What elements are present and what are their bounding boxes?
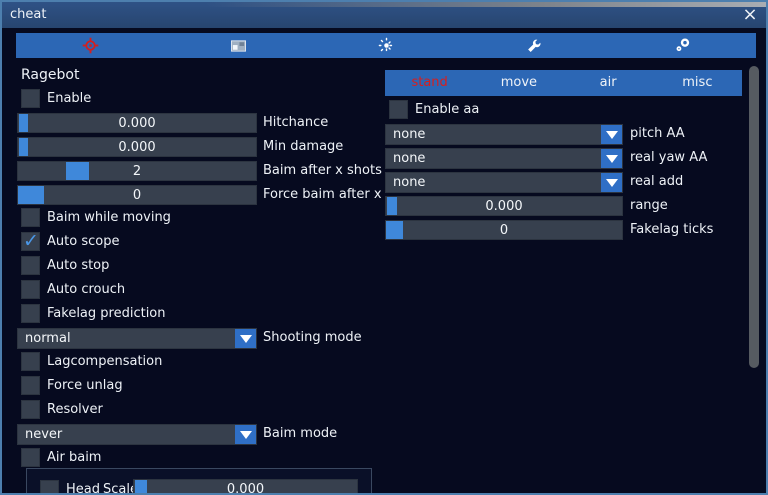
- wrench-icon: [528, 39, 541, 52]
- bubbles-icon: [676, 38, 689, 52]
- head-scale-slider[interactable]: 0.000: [133, 479, 358, 495]
- slider-value: 0.000: [485, 199, 523, 214]
- checkbox-box[interactable]: [21, 376, 40, 395]
- baim-mode-dropdown[interactable]: never: [17, 424, 257, 445]
- tab-air[interactable]: air: [564, 70, 653, 96]
- range-label: range: [630, 198, 668, 213]
- real-add-label: real add: [630, 174, 684, 189]
- desktop-background-sliver: [206, 2, 766, 7]
- checkbox-lagcompensation[interactable]: Lagcompensation: [21, 352, 162, 371]
- multipoint-groupbox: Head Scale: 0.000: [26, 468, 372, 495]
- shooting-mode-dropdown[interactable]: normal: [17, 328, 257, 349]
- dropdown-value: none: [393, 175, 426, 190]
- chevron-down-icon[interactable]: [601, 125, 622, 144]
- checkbox-auto-scope[interactable]: Auto scope: [21, 230, 120, 252]
- tab-misc-aa[interactable]: misc: [653, 70, 742, 96]
- checkbox-label: Resolver: [47, 402, 103, 417]
- fakelag-ticks-label: Fakelag ticks: [630, 222, 714, 237]
- fakelag-ticks-slider[interactable]: 0: [385, 220, 623, 240]
- chevron-down-icon[interactable]: [235, 329, 256, 348]
- slider-value: 0.000: [226, 482, 265, 495]
- checkbox-label: Head: [66, 482, 100, 495]
- checkbox-box[interactable]: [21, 256, 40, 275]
- slider-value: 0.000: [118, 116, 156, 131]
- checkbox-box[interactable]: [21, 208, 40, 227]
- checkbox-air-baim[interactable]: Air baim: [21, 448, 101, 467]
- checkbox-resolver[interactable]: Resolver: [21, 400, 103, 419]
- checkbox-label: Lagcompensation: [47, 354, 163, 369]
- tab-misc[interactable]: [460, 33, 608, 58]
- checkbox-baim-while-moving[interactable]: Baim while moving: [21, 208, 171, 227]
- slider-value: 0: [499, 223, 509, 238]
- chevron-down-icon[interactable]: [235, 425, 256, 444]
- checkbox-box[interactable]: [21, 448, 40, 467]
- hitchance-slider[interactable]: 0.000: [17, 113, 257, 133]
- dropdown-value: never: [25, 427, 63, 442]
- dropdown-value: none: [393, 127, 426, 142]
- checkbox-box[interactable]: [21, 230, 40, 252]
- checkbox-head[interactable]: Head: [40, 480, 100, 495]
- hitchance-label: Hitchance: [263, 115, 329, 130]
- chevron-down-icon[interactable]: [601, 149, 622, 168]
- slider-value: 2: [132, 164, 142, 179]
- tab-stand[interactable]: stand: [385, 70, 474, 96]
- crosshair-icon: [82, 37, 98, 54]
- baim-mode-label: Baim mode: [263, 426, 338, 441]
- checkbox-label: Fakelag prediction: [47, 306, 166, 321]
- slider-value: 0: [132, 188, 142, 203]
- checkbox-box[interactable]: [21, 89, 40, 108]
- real-yaw-aa-label: real yaw AA: [630, 150, 708, 165]
- sun-icon: [378, 37, 394, 54]
- checkbox-label: Auto stop: [47, 258, 110, 273]
- checkbox-box[interactable]: [21, 304, 40, 323]
- slider-value: 0.000: [118, 140, 156, 155]
- range-slider[interactable]: 0.000: [385, 196, 623, 216]
- dropdown-value: none: [393, 151, 426, 166]
- force-baim-label: Force baim after x shots: [263, 187, 384, 202]
- section-title-ragebot: Ragebot: [21, 67, 80, 83]
- pitch-aa-dropdown[interactable]: none: [385, 124, 623, 145]
- real-add-dropdown[interactable]: none: [385, 172, 623, 193]
- checkbox-force-unlag[interactable]: Force unlag: [21, 376, 123, 395]
- tab-world[interactable]: [312, 33, 460, 58]
- image-icon: [230, 39, 246, 52]
- tab-visuals[interactable]: [164, 33, 312, 58]
- dropdown-value: normal: [25, 331, 71, 346]
- real-yaw-aa-dropdown[interactable]: none: [385, 148, 623, 169]
- pitch-aa-label: pitch AA: [630, 126, 685, 141]
- checkbox-enable[interactable]: Enable: [21, 89, 91, 108]
- baim-after-shots-label: Baim after x shots: [263, 163, 382, 178]
- checkbox-label: Enable aa: [415, 102, 480, 117]
- checkbox-label: Force unlag: [47, 378, 123, 393]
- window-title: cheat: [10, 7, 47, 22]
- checkbox-box[interactable]: [21, 352, 40, 371]
- checkbox-label: Auto scope: [47, 234, 120, 249]
- checkbox-label: Enable: [47, 91, 92, 106]
- tab-skins[interactable]: [608, 33, 756, 58]
- checkbox-label: Air baim: [47, 450, 102, 465]
- checkbox-box[interactable]: [21, 280, 40, 299]
- baim-after-shots-slider[interactable]: 2: [17, 161, 257, 181]
- checkbox-auto-crouch[interactable]: Auto crouch: [21, 280, 125, 299]
- checkbox-box[interactable]: [40, 480, 59, 493]
- checkbox-label: Auto crouch: [47, 282, 126, 297]
- checkbox-label: Baim while moving: [47, 210, 171, 225]
- min-damage-label: Min damage: [263, 139, 344, 154]
- chevron-down-icon[interactable]: [601, 173, 622, 192]
- checkbox-box[interactable]: [389, 100, 408, 119]
- tab-move[interactable]: move: [474, 70, 563, 96]
- tab-ragebot[interactable]: [16, 33, 164, 58]
- cheat-window: cheat × Ragebot Enable 0.000 Hitchance 0…: [0, 0, 768, 495]
- checkbox-enable-aa[interactable]: Enable aa: [389, 100, 479, 119]
- aa-state-tabs: stand move air misc: [385, 70, 742, 96]
- shooting-mode-label: Shooting mode: [263, 330, 362, 345]
- checkbox-fakelag-prediction[interactable]: Fakelag prediction: [21, 304, 166, 323]
- checkbox-auto-stop[interactable]: Auto stop: [21, 256, 109, 275]
- vertical-scrollbar[interactable]: [749, 66, 759, 368]
- force-baim-slider[interactable]: 0: [17, 185, 257, 205]
- min-damage-slider[interactable]: 0.000: [17, 137, 257, 157]
- checkbox-box[interactable]: [21, 400, 40, 419]
- main-tabbar: [16, 33, 756, 58]
